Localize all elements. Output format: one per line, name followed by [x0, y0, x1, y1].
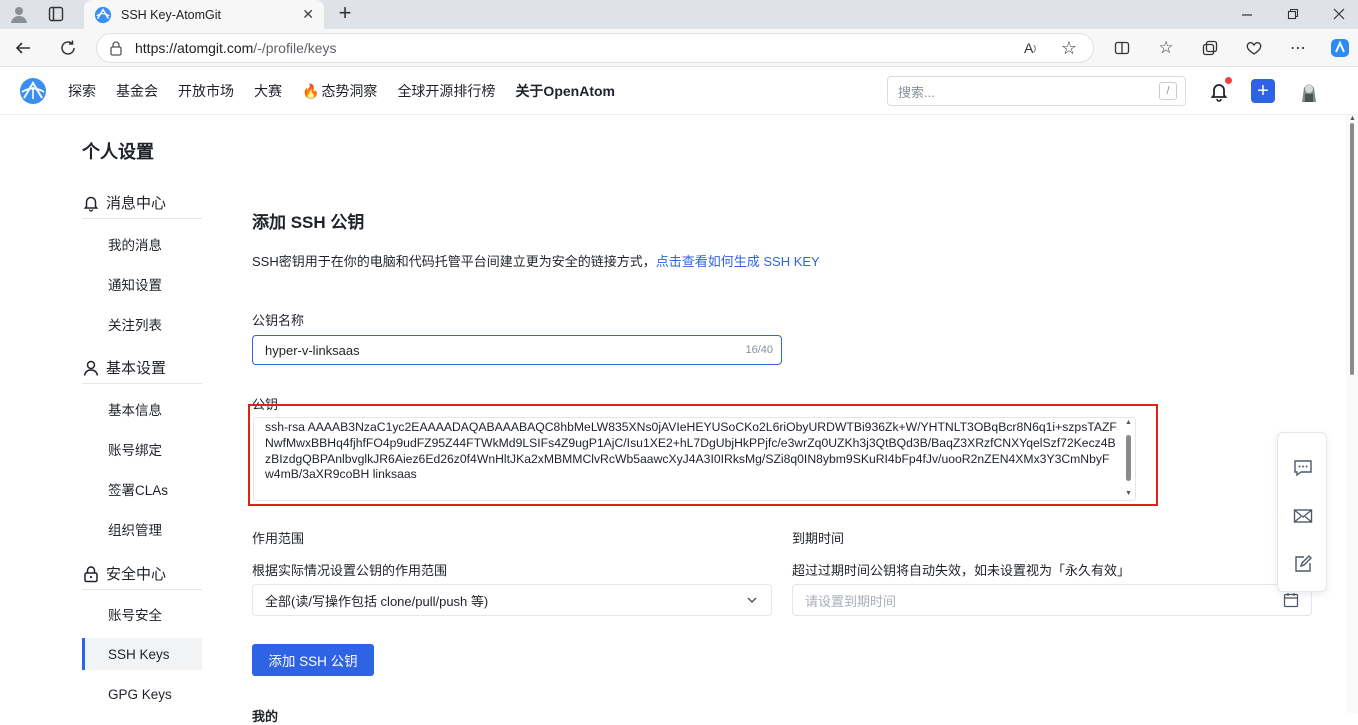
more-menu-icon[interactable]: ⋯	[1287, 37, 1309, 59]
notification-dot	[1225, 77, 1232, 84]
atomgit-favicon-icon	[94, 6, 112, 23]
sidebar-item-ssh-keys[interactable]: SSH Keys	[82, 638, 202, 670]
chevron-down-icon	[747, 597, 757, 604]
search-placeholder: 搜索...	[898, 84, 935, 100]
close-tab-icon[interactable]: ✕	[302, 6, 314, 23]
restore-icon[interactable]	[1282, 3, 1304, 25]
scope-hint: 根据实际情况设置公钥的作用范围	[252, 563, 448, 578]
key-name-label: 公钥名称	[252, 313, 305, 328]
nav-explore[interactable]: 探索	[68, 81, 96, 101]
sidebar-item-follow-list[interactable]: 关注列表	[82, 308, 202, 340]
notification-bell-icon[interactable]	[1208, 77, 1232, 102]
address-toolbar: https://atomgit.com/-/profile/keys A) ☆ …	[0, 29, 1358, 67]
sidebar-section-label: 安全中心	[106, 566, 167, 583]
split-screen-icon[interactable]	[1111, 37, 1133, 59]
collections-icon[interactable]	[1199, 37, 1221, 59]
atomgit-logo-icon[interactable]	[18, 77, 48, 105]
back-icon[interactable]	[12, 37, 34, 59]
tab-ssh-key[interactable]: SSH Key-AtomGit ✕	[84, 0, 324, 29]
edit-feedback-icon[interactable]	[1292, 553, 1314, 575]
tab-actions-icon[interactable]	[46, 4, 66, 24]
sidebar-item-basic-info[interactable]: 基本信息	[82, 393, 202, 425]
nav-about[interactable]: 关于OpenAtom	[515, 81, 615, 101]
mail-icon[interactable]	[1292, 505, 1314, 527]
how-to-generate-link[interactable]: 点击查看如何生成 SSH KEY	[656, 254, 820, 269]
favorite-star-icon[interactable]: ☆	[1058, 37, 1080, 59]
browser-tab-bar: SSH Key-AtomGit ✕ +	[0, 0, 1358, 29]
new-tab-icon[interactable]: +	[334, 0, 356, 25]
sidebar-item-notification-settings[interactable]: 通知设置	[82, 268, 202, 300]
sidebar-section-messages: 消息中心	[82, 187, 202, 219]
tab-title: SSH Key-AtomGit	[121, 7, 222, 22]
minimize-icon[interactable]	[1236, 3, 1258, 25]
page-scroll-up-icon[interactable]: ▲	[1349, 115, 1356, 122]
nav-foundation[interactable]: 基金会	[116, 81, 158, 101]
reload-icon[interactable]	[57, 37, 79, 59]
user-icon	[83, 360, 99, 376]
page-scrollbar[interactable]: ▲	[1346, 115, 1358, 713]
url-bar[interactable]: https://atomgit.com/-/profile/keys	[96, 33, 1094, 63]
key-name-counter: 16/40	[745, 344, 773, 356]
sidebar-section-label: 消息中心	[106, 195, 167, 212]
scope-selected-value: 全部(读/写操作包括 clone/pull/push 等)	[265, 593, 489, 609]
scope-select[interactable]: 全部(读/写操作包括 clone/pull/push 等)	[252, 584, 772, 616]
browser-essentials-icon[interactable]	[1243, 37, 1265, 59]
key-name-input[interactable]: hyper-v-linksaas 16/40	[252, 335, 782, 365]
nav-competition[interactable]: 大赛	[254, 81, 282, 101]
next-section-heading: 我的	[252, 709, 279, 724]
create-new-button[interactable]: +	[1251, 79, 1275, 103]
expire-placeholder: 请设置到期时间	[805, 593, 897, 609]
flame-icon: 🔥	[302, 82, 320, 99]
page-scroll-thumb[interactable]	[1350, 123, 1354, 375]
chat-icon[interactable]	[1292, 457, 1314, 479]
profile-icon[interactable]	[8, 3, 30, 25]
add-ssh-key-button[interactable]: 添加 SSH 公钥	[252, 644, 374, 676]
main-nav: 探索 基金会 开放市场 大赛 🔥 态势洞察 全球开源排行榜 关于OpenAtom	[68, 67, 615, 115]
description-text: SSH密钥用于在你的电脑和代码托管平台间建立更为安全的链接方式，	[252, 254, 656, 269]
floating-actions	[1277, 432, 1327, 592]
highlight-box	[248, 404, 1158, 506]
read-aloud-icon[interactable]: A)	[1019, 37, 1041, 59]
sidebar-section-security: 安全中心	[82, 558, 202, 590]
site-search-input[interactable]: 搜索... /	[887, 76, 1186, 106]
sidebar-item-my-messages[interactable]: 我的消息	[82, 228, 202, 260]
sidebar-item-account-security[interactable]: 账号安全	[82, 598, 202, 630]
sidebar-section-label: 基本设置	[106, 360, 167, 377]
scope-label: 作用范围	[252, 531, 305, 546]
calendar-icon	[1283, 593, 1299, 608]
key-name-value: hyper-v-linksaas	[265, 342, 360, 358]
expire-hint: 超过过期时间公钥将自动失效，如未设置视为「永久有效」	[792, 563, 1131, 578]
expire-label: 到期时间	[792, 531, 845, 546]
expire-date-input[interactable]: 请设置到期时间	[792, 584, 1312, 616]
sidebar-item-sign-clas[interactable]: 签署CLAs	[82, 473, 202, 505]
close-window-icon[interactable]	[1328, 3, 1350, 25]
favorites-icon[interactable]: ☆	[1155, 37, 1177, 59]
sidebar-item-account-binding[interactable]: 账号绑定	[82, 433, 202, 465]
bell-icon	[83, 196, 99, 212]
form-description: SSH密钥用于在你的电脑和代码托管平台间建立更为安全的链接方式，点击查看如何生成…	[252, 251, 820, 270]
form-heading: 添加 SSH 公钥	[252, 213, 365, 232]
sidebar-section-basic: 基本设置	[82, 352, 202, 384]
site-header: 探索 基金会 开放市场 大赛 🔥 态势洞察 全球开源排行榜 关于OpenAtom …	[0, 67, 1358, 115]
search-shortcut-badge: /	[1159, 82, 1177, 100]
lock-icon	[84, 565, 98, 582]
lock-icon	[110, 41, 122, 56]
nav-insights-label: 态势洞察	[321, 83, 378, 99]
nav-rankings[interactable]: 全球开源排行榜	[397, 81, 495, 101]
nav-insights[interactable]: 🔥 态势洞察	[302, 81, 377, 101]
sidebar-item-gpg-keys[interactable]: GPG Keys	[82, 678, 202, 710]
nav-open-market[interactable]: 开放市场	[178, 81, 234, 101]
copilot-icon[interactable]	[1328, 36, 1352, 60]
url-text: https://atomgit.com/-/profile/keys	[135, 40, 337, 56]
page-title: 个人设置	[82, 142, 154, 162]
sidebar-item-org-management[interactable]: 组织管理	[82, 513, 202, 545]
user-avatar[interactable]	[1296, 78, 1322, 104]
